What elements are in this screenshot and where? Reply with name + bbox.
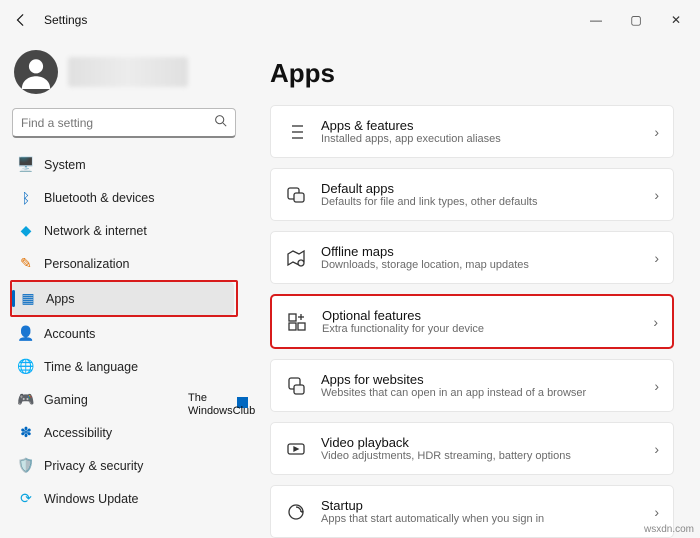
- avatar: [14, 50, 58, 94]
- footer-credit: wsxdn.com: [644, 524, 694, 535]
- card-icon: [285, 184, 307, 206]
- card-text: StartupApps that start automatically whe…: [321, 498, 640, 525]
- card-title: Offline maps: [321, 244, 640, 259]
- nav-list: 🖥️ System ᛒ Bluetooth & devices ◆ Network & i…: [10, 148, 238, 515]
- watermark-text: TheWindowsClub: [188, 392, 255, 417]
- card-text: Offline mapsDownloads, storage location,…: [321, 244, 640, 271]
- nav-icon: ⟳: [18, 491, 34, 507]
- card-video-playback[interactable]: Video playbackVideo adjustments, HDR str…: [270, 422, 674, 475]
- card-icon: [285, 375, 307, 397]
- back-button[interactable]: [4, 3, 38, 37]
- card-text: Optional featuresExtra functionality for…: [322, 308, 639, 335]
- nav-label: Gaming: [44, 393, 88, 407]
- minimize-button[interactable]: ―: [576, 3, 616, 37]
- card-icon: [285, 501, 307, 523]
- chevron-right-icon: ›: [654, 378, 659, 394]
- card-icon: [285, 121, 307, 143]
- nav-label: Privacy & security: [44, 459, 143, 473]
- nav-icon: 🛡️: [18, 458, 34, 474]
- page-heading: Apps: [270, 58, 674, 89]
- card-apps-for-websites[interactable]: Apps for websitesWebsites that can open …: [270, 359, 674, 412]
- chevron-right-icon: ›: [654, 124, 659, 140]
- nav-icon: 🌐: [18, 359, 34, 375]
- card-subtitle: Websites that can open in an app instead…: [321, 387, 640, 399]
- sidebar-item-apps[interactable]: ▦ Apps: [12, 282, 234, 315]
- nav-icon: ✽: [18, 425, 34, 441]
- sidebar-item-accounts[interactable]: 👤 Accounts: [10, 317, 238, 350]
- card-apps-features[interactable]: Apps & featuresInstalled apps, app execu…: [270, 105, 674, 158]
- card-icon: [285, 438, 307, 460]
- card-startup[interactable]: StartupApps that start automatically whe…: [270, 485, 674, 538]
- card-icon: [285, 247, 307, 269]
- main-panel: Apps Apps & featuresInstalled apps, app …: [248, 40, 700, 538]
- profile-name-redacted: [68, 57, 188, 87]
- nav-label: Personalization: [44, 257, 129, 271]
- card-offline-maps[interactable]: Offline mapsDownloads, storage location,…: [270, 231, 674, 284]
- chevron-right-icon: ›: [654, 250, 659, 266]
- sidebar-item-windows-update[interactable]: ⟳ Windows Update: [10, 482, 238, 515]
- search-box[interactable]: [12, 108, 236, 138]
- chevron-right-icon: ›: [654, 441, 659, 457]
- card-default-apps[interactable]: Default appsDefaults for file and link t…: [270, 168, 674, 221]
- card-subtitle: Installed apps, app execution aliases: [321, 133, 640, 145]
- card-icon: [286, 311, 308, 333]
- sidebar-item-network-internet[interactable]: ◆ Network & internet: [10, 214, 238, 247]
- card-text: Apps for websitesWebsites that can open …: [321, 372, 640, 399]
- nav-icon: 👤: [18, 326, 34, 342]
- sidebar-item-time-language[interactable]: 🌐 Time & language: [10, 350, 238, 383]
- chevron-right-icon: ›: [653, 314, 658, 330]
- card-text: Default appsDefaults for file and link t…: [321, 181, 640, 208]
- card-subtitle: Extra functionality for your device: [322, 323, 639, 335]
- card-subtitle: Defaults for file and link types, other …: [321, 196, 640, 208]
- card-title: Video playback: [321, 435, 640, 450]
- sidebar-item-privacy-security[interactable]: 🛡️ Privacy & security: [10, 449, 238, 482]
- sidebar-item-accessibility[interactable]: ✽ Accessibility: [10, 416, 238, 449]
- card-title: Apps for websites: [321, 372, 640, 387]
- card-title: Apps & features: [321, 118, 640, 133]
- card-optional-features[interactable]: Optional featuresExtra functionality for…: [270, 294, 674, 349]
- card-text: Video playbackVideo adjustments, HDR str…: [321, 435, 640, 462]
- nav-label: System: [44, 158, 86, 172]
- chevron-right-icon: ›: [654, 504, 659, 520]
- sidebar: 🖥️ System ᛒ Bluetooth & devices ◆ Network & i…: [0, 40, 248, 538]
- window-title: Settings: [44, 13, 87, 27]
- nav-icon: 🖥️: [18, 157, 34, 173]
- card-text: Apps & featuresInstalled apps, app execu…: [321, 118, 640, 145]
- nav-label: Bluetooth & devices: [44, 191, 155, 205]
- sidebar-item-personalization[interactable]: ✎ Personalization: [10, 247, 238, 280]
- maximize-button[interactable]: ▢: [616, 3, 656, 37]
- chevron-right-icon: ›: [654, 187, 659, 203]
- sidebar-item-system[interactable]: 🖥️ System: [10, 148, 238, 181]
- sidebar-item-bluetooth-devices[interactable]: ᛒ Bluetooth & devices: [10, 181, 238, 214]
- nav-icon: 🎮: [18, 392, 34, 408]
- nav-label: Network & internet: [44, 224, 147, 238]
- nav-label: Windows Update: [44, 492, 139, 506]
- nav-label: Apps: [46, 292, 75, 306]
- card-title: Default apps: [321, 181, 640, 196]
- card-subtitle: Apps that start automatically when you s…: [321, 513, 640, 525]
- nav-icon: ᛒ: [18, 190, 34, 206]
- card-title: Startup: [321, 498, 640, 513]
- search-input[interactable]: [21, 116, 214, 130]
- nav-icon: ✎: [18, 256, 34, 272]
- nav-label: Accessibility: [44, 426, 112, 440]
- close-button[interactable]: ✕: [656, 3, 696, 37]
- card-subtitle: Video adjustments, HDR streaming, batter…: [321, 450, 640, 462]
- nav-icon: ◆: [18, 223, 34, 239]
- card-title: Optional features: [322, 308, 639, 323]
- nav-icon: ▦: [20, 291, 36, 307]
- search-icon: [214, 114, 227, 132]
- nav-label: Accounts: [44, 327, 95, 341]
- card-subtitle: Downloads, storage location, map updates: [321, 259, 640, 271]
- nav-label: Time & language: [44, 360, 138, 374]
- profile-block[interactable]: [10, 46, 238, 108]
